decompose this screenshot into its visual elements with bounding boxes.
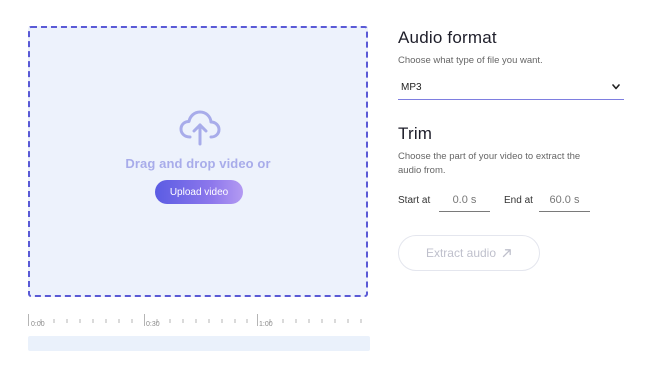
audio-format-section: Audio format Choose what type of file yo… (398, 28, 630, 68)
video-dropzone[interactable]: Drag and drop video or Upload video (28, 26, 368, 297)
timeline-label-2: 1:00 (259, 321, 273, 328)
timeline-label-0: 0:00 (31, 321, 45, 328)
audio-format-selected: MP3 (401, 82, 422, 93)
trim-section: Trim Choose the part of your video to ex… (398, 124, 630, 178)
end-time-input[interactable]: 60.0 s (539, 190, 590, 212)
start-time-input[interactable]: 0.0 s (439, 190, 490, 212)
dropzone-prompt: Drag and drop video or (125, 156, 271, 171)
timeline-track[interactable] (28, 336, 370, 351)
trim-description-line-1: Choose the part of your video to extract… (398, 151, 581, 162)
trim-description: Choose the part of your video to extract… (398, 150, 630, 178)
upload-video-button[interactable]: Upload video (155, 180, 243, 204)
timeline-ruler: 0:00 0:30 1:00 (28, 314, 370, 334)
trim-title: Trim (398, 124, 433, 143)
audio-format-title: Audio format (398, 28, 497, 47)
audio-format-description: Choose what type of file you want. (398, 55, 543, 66)
extract-audio-button[interactable]: Extract audio (398, 235, 540, 271)
start-at-label: Start at (398, 195, 431, 206)
trim-description-line-2: audio from. (398, 165, 446, 176)
extract-audio-label: Extract audio (425, 246, 497, 260)
timeline-label-1: 0:30 (146, 321, 160, 328)
cloud-upload-icon (179, 110, 221, 146)
chevron-down-icon (612, 84, 620, 90)
audio-format-select[interactable]: MP3 (398, 76, 624, 100)
end-at-label: End at (504, 195, 533, 206)
trim-inputs: Start at 0.0 s End at 60.0 s (398, 190, 630, 214)
ruler-ticks (28, 314, 362, 326)
arrow-up-right-icon (502, 249, 511, 258)
